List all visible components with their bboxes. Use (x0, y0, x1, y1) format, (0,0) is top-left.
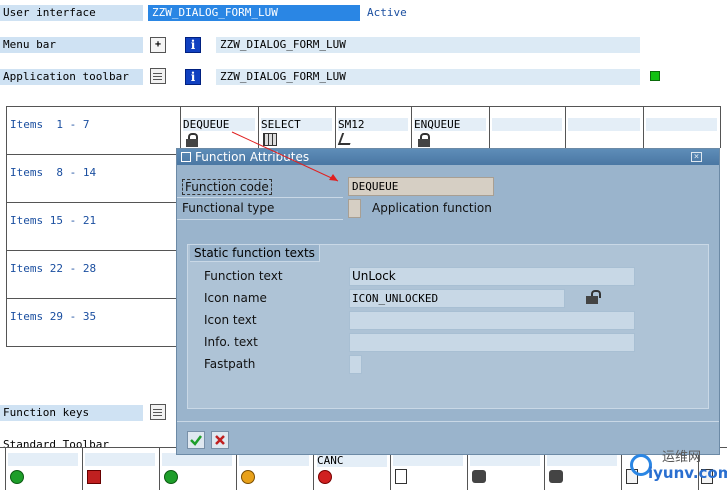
annotation-arrow (231, 131, 339, 182)
watermark-logo: 运维网 iyunv.com (626, 444, 727, 488)
watermark-url: iyunv.com (648, 464, 727, 482)
watermark-site-name: 运维网 (662, 450, 702, 465)
